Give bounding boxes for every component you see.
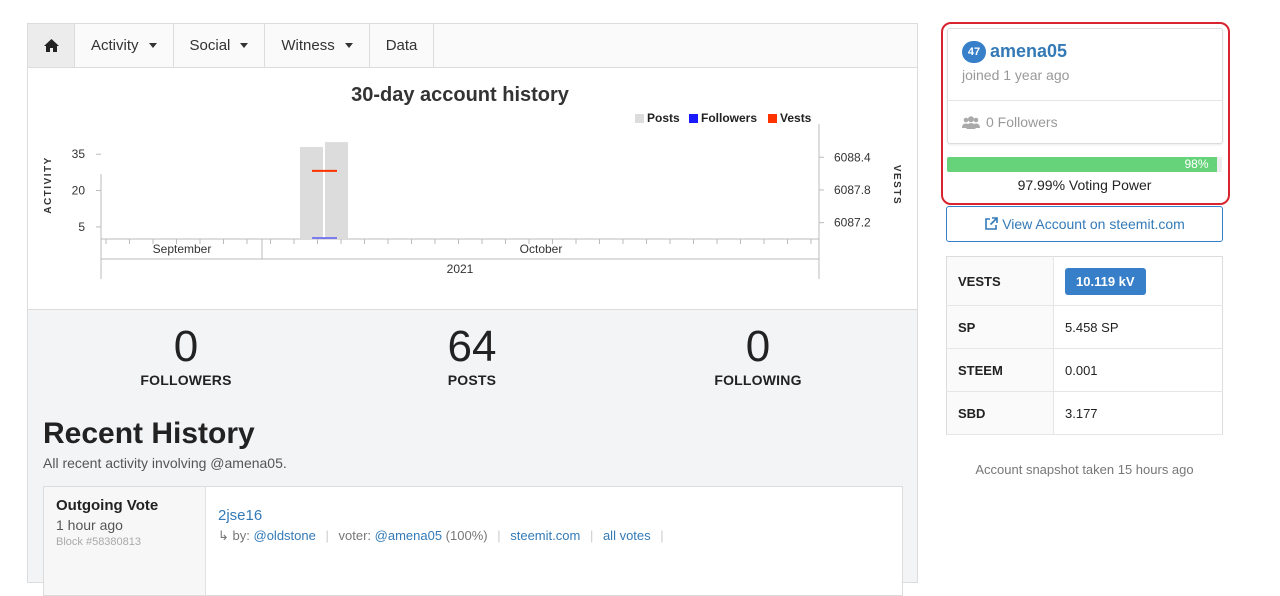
nav-home[interactable] [28, 24, 75, 67]
y-tick-label: 35 [72, 147, 86, 161]
snapshot-note: Account snapshot taken 15 hours ago [975, 462, 1194, 477]
stat-following-label: FOLLOWING [714, 372, 802, 388]
table-row: VESTS 10.119 kV [946, 256, 1223, 306]
external-link-icon [985, 217, 998, 230]
balance-table: VESTS 10.119 kV SP 5.458 SP STEEM 0.001 … [946, 256, 1223, 435]
voting-power-percent: 98% [1184, 157, 1209, 171]
legend-label-vests: Vests [780, 111, 812, 125]
post-link[interactable]: 2jse16 [218, 507, 670, 524]
legend-label-followers: Followers [701, 111, 757, 125]
balance-value: 3.177 [1053, 391, 1223, 435]
y-axis-label: ACTIVITY [43, 156, 54, 214]
posts-bar-0 [300, 146, 323, 239]
legend-swatch-posts [635, 114, 644, 123]
stat-following-value: 0 [745, 322, 771, 371]
recent-history-title: Recent History [43, 417, 255, 450]
separator: | [660, 528, 664, 543]
history-block: Block #58380813 [56, 536, 142, 548]
chevron-down-icon [148, 43, 157, 48]
stats-row: 0 FOLLOWERS 64 POSTS 0 FOLLOWING [28, 310, 917, 402]
stat-followers: 0 FOLLOWERS [86, 322, 286, 388]
author-link[interactable]: @oldstone [254, 528, 316, 543]
legend-swatch-followers [689, 114, 698, 123]
chart-title: 30-day account history [351, 84, 570, 106]
separator: | [325, 528, 329, 543]
y2-tick-label: 6087.8 [834, 183, 871, 197]
recent-history-subtitle: All recent activity involving @amena05. [43, 455, 287, 471]
vests-pill[interactable]: 10.119 kV [1065, 267, 1146, 295]
by-prefix: by: [232, 528, 250, 543]
view-account-label: View Account on steemit.com [1002, 216, 1185, 232]
account-history-chart: 30-day account history Posts Followers Vest… [28, 68, 917, 310]
history-meta: ↳ by: @oldstone | voter: @amena05 (100%)… [218, 528, 670, 544]
y-tick-label: 20 [72, 184, 86, 198]
vote-weight: (100%) [445, 528, 488, 543]
history-item: Outgoing Vote 1 hour ago Block #58380813… [43, 486, 903, 596]
balance-key: VESTS [946, 256, 1054, 306]
followers-row: 0 Followers [962, 114, 1058, 130]
joined-date: joined 1 year ago [962, 67, 1070, 83]
stat-followers-value: 0 [173, 322, 199, 371]
chevron-down-icon [240, 43, 249, 48]
balance-key: SP [946, 305, 1054, 349]
legend-label-posts: Posts [647, 111, 680, 125]
view-account-button[interactable]: View Account on steemit.com [946, 206, 1223, 242]
all-votes-link[interactable]: all votes [603, 528, 651, 543]
voting-power-text: 97.99% Voting Power [1017, 177, 1152, 193]
chart-svg: 30-day account history Posts Followers Vest… [43, 84, 902, 279]
nav-activity-label: Activity [91, 37, 139, 54]
voter-link[interactable]: @amena05 [375, 528, 442, 543]
nav-activity[interactable]: Activity [75, 24, 174, 67]
table-row: SBD 3.177 [946, 391, 1223, 435]
stat-posts-label: POSTS [447, 372, 497, 388]
nav-social-label: Social [189, 37, 231, 54]
y-tick-label: 5 [78, 220, 85, 234]
reputation-badge: 47 [962, 41, 986, 63]
legend-swatch-vests [768, 114, 777, 123]
history-time: 1 hour ago [56, 517, 123, 533]
table-row: SP 5.458 SP [946, 305, 1223, 349]
separator: | [589, 528, 594, 543]
nav-witness[interactable]: Witness [265, 24, 370, 67]
stat-followers-label: FOLLOWERS [140, 372, 232, 388]
balance-key: STEEM [946, 348, 1054, 392]
steemit-link[interactable]: steemit.com [510, 528, 580, 543]
home-icon [43, 39, 59, 52]
y2-axis-label: VESTS [891, 165, 902, 205]
main-panel: Activity Social Witness Data 30-day acco… [27, 23, 918, 596]
stat-posts-value: 64 [447, 322, 497, 371]
balance-value: 5.458 SP [1053, 305, 1223, 349]
stat-posts: 64 POSTS [372, 322, 572, 388]
voting-power-bar: 98% [947, 157, 1222, 172]
separator: | [497, 528, 501, 543]
nav-data[interactable]: Data [370, 24, 435, 67]
y2-tick-label: 6088.4 [834, 150, 871, 164]
x-tick-label: September [153, 242, 212, 256]
y2-tick-label: 6087.2 [834, 216, 871, 230]
divider [948, 100, 1222, 101]
table-row: STEEM 0.001 [946, 348, 1223, 392]
voting-power-fill: 98% [947, 157, 1217, 172]
balance-value-cell: 10.119 kV [1053, 256, 1223, 306]
nav-social[interactable]: Social [174, 24, 266, 67]
x-group-label: 2021 [447, 262, 474, 276]
username-link[interactable]: amena05 [990, 41, 1067, 62]
reply-icon: ↳ [218, 528, 229, 543]
history-item-detail: 2jse16 ↳ by: @oldstone | voter: @amena05… [218, 507, 670, 544]
history-item-meta: Outgoing Vote 1 hour ago Block #58380813 [44, 487, 206, 595]
chevron-down-icon [344, 43, 353, 48]
top-nav: Activity Social Witness Data [28, 24, 917, 68]
nav-data-label: Data [385, 37, 418, 54]
x-tick-label: October [520, 242, 563, 256]
history-type: Outgoing Vote [56, 497, 159, 514]
voter-prefix: voter: [338, 528, 372, 543]
users-icon [962, 115, 980, 129]
balance-key: SBD [946, 391, 1054, 435]
profile-card: 47 amena05 joined 1 year ago 0 Followers [947, 28, 1223, 144]
followers-count: 0 Followers [986, 114, 1058, 130]
balance-value: 0.001 [1053, 348, 1223, 392]
nav-witness-label: Witness [281, 37, 335, 54]
stat-following: 0 FOLLOWING [658, 322, 858, 388]
posts-bar-1 [325, 142, 348, 239]
